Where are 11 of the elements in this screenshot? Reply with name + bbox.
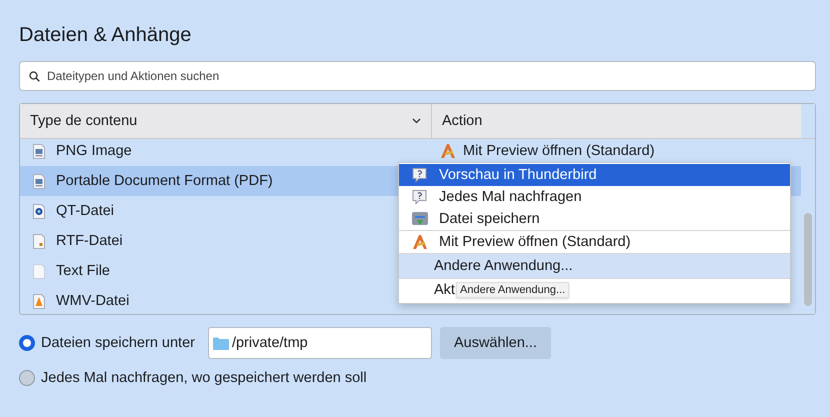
content-type-text: RTF-Datei xyxy=(56,233,123,249)
tooltip: Andere Anwendung... xyxy=(456,282,570,298)
radio-label: Jedes Mal nachfragen, wo gespeichert werden soll xyxy=(41,370,367,386)
radio-label: Dateien speichern unter xyxy=(41,335,195,351)
action-text: Mit Preview öffnen (Standard) xyxy=(463,143,655,159)
content-type-text: WMV-Datei xyxy=(56,293,130,309)
content-type-text: PNG Image xyxy=(56,143,132,159)
content-type-text: Portable Document Format (PDF) xyxy=(56,173,273,189)
content-type-text: QT-Datei xyxy=(56,203,114,219)
section-heading: Dateien & Anhänge xyxy=(19,23,192,48)
content-type-text: Text File xyxy=(56,263,110,279)
